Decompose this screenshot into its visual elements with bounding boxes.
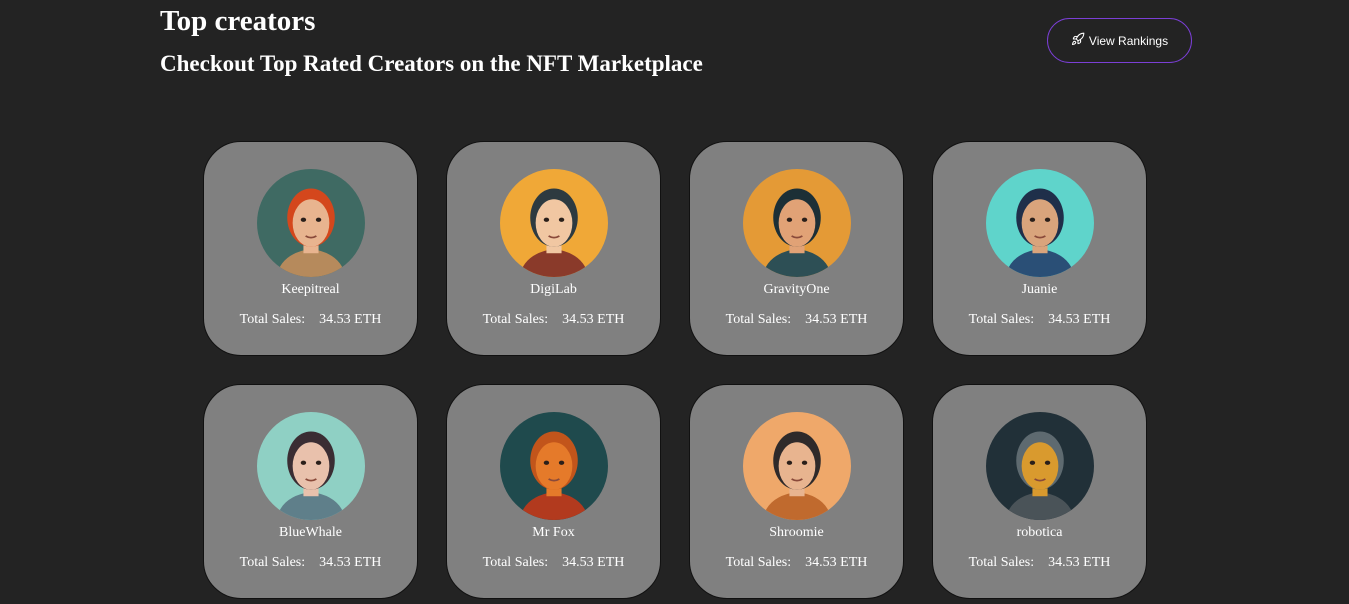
total-sales-label: Total Sales: xyxy=(968,312,1035,327)
creator-card[interactable]: robotica Total Sales: 34.53 ETH xyxy=(932,384,1147,599)
creator-card[interactable]: Mr Fox Total Sales: 34.53 ETH xyxy=(446,384,661,599)
creator-total-sales: Total Sales: 34.53 ETH xyxy=(690,554,903,572)
total-sales-value: 34.53 ETH xyxy=(1048,555,1111,570)
creator-card[interactable]: DigiLab Total Sales: 34.53 ETH xyxy=(446,141,661,356)
creator-avatar xyxy=(257,412,365,520)
creator-total-sales: Total Sales: 34.53 ETH xyxy=(690,311,903,329)
creator-avatar xyxy=(500,412,608,520)
creator-total-sales: Total Sales: 34.53 ETH xyxy=(204,311,417,329)
creator-card[interactable]: Shroomie Total Sales: 34.53 ETH xyxy=(689,384,904,599)
total-sales-value: 34.53 ETH xyxy=(319,312,382,327)
creator-avatar xyxy=(743,169,851,277)
creator-avatar xyxy=(986,169,1094,277)
creator-avatar xyxy=(257,169,365,277)
creator-grid: Keepitreal Total Sales: 34.53 ETH DigiLab To… xyxy=(203,141,1147,599)
total-sales-value: 34.53 ETH xyxy=(562,312,625,327)
rocket-icon xyxy=(1071,32,1085,49)
total-sales-label: Total Sales: xyxy=(725,312,792,327)
total-sales-label: Total Sales: xyxy=(482,555,549,570)
creator-name: BlueWhale xyxy=(279,525,342,540)
total-sales-value: 34.53 ETH xyxy=(805,312,868,327)
creator-card[interactable]: GravityOne Total Sales: 34.53 ETH xyxy=(689,141,904,356)
creator-name: Shroomie xyxy=(769,525,824,540)
creator-name: Mr Fox xyxy=(532,525,575,540)
total-sales-label: Total Sales: xyxy=(725,555,792,570)
total-sales-label: Total Sales: xyxy=(239,555,306,570)
creator-card[interactable]: Juanie Total Sales: 34.53 ETH xyxy=(932,141,1147,356)
view-rankings-label: View Rankings xyxy=(1088,33,1169,48)
creator-name: Juanie xyxy=(1021,282,1058,297)
creator-card[interactable]: Keepitreal Total Sales: 34.53 ETH xyxy=(203,141,418,356)
creator-avatar xyxy=(743,412,851,520)
creator-total-sales: Total Sales: 34.53 ETH xyxy=(933,311,1146,329)
total-sales-value: 34.53 ETH xyxy=(319,555,382,570)
creator-avatar xyxy=(986,412,1094,520)
creator-total-sales: Total Sales: 34.53 ETH xyxy=(447,554,660,572)
total-sales-label: Total Sales: xyxy=(482,312,549,327)
creator-card[interactable]: BlueWhale Total Sales: 34.53 ETH xyxy=(203,384,418,599)
total-sales-label: Total Sales: xyxy=(968,555,1035,570)
total-sales-value: 34.53 ETH xyxy=(1048,312,1111,327)
page-subtitle: Checkout Top Rated Creators on the NFT M… xyxy=(160,51,703,76)
total-sales-label: Total Sales: xyxy=(239,312,306,327)
total-sales-value: 34.53 ETH xyxy=(805,555,868,570)
page-title: Top creators xyxy=(160,5,316,37)
creator-total-sales: Total Sales: 34.53 ETH xyxy=(447,311,660,329)
total-sales-value: 34.53 ETH xyxy=(562,555,625,570)
creator-name: Keepitreal xyxy=(281,282,340,297)
creator-total-sales: Total Sales: 34.53 ETH xyxy=(204,554,417,572)
creator-avatar xyxy=(500,169,608,277)
creator-name: GravityOne xyxy=(763,282,830,297)
creator-name: DigiLab xyxy=(530,282,577,297)
creator-total-sales: Total Sales: 34.53 ETH xyxy=(933,554,1146,572)
creator-name: robotica xyxy=(1016,525,1063,540)
view-rankings-button[interactable]: View Rankings xyxy=(1047,18,1192,63)
